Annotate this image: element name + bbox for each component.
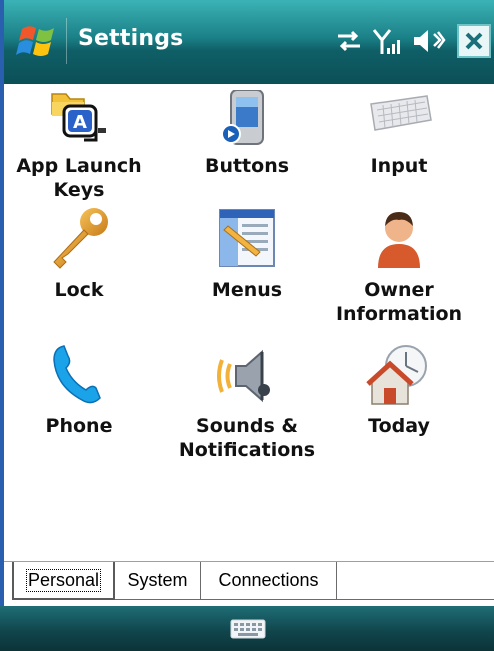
title-separator	[66, 18, 67, 64]
tab-personal[interactable]: Personal	[12, 562, 115, 600]
tab-strip-filler	[337, 562, 494, 600]
item-owner-information[interactable]: Owner Information	[324, 206, 474, 326]
item-input[interactable]: Input	[324, 90, 474, 178]
phone-icon	[53, 345, 101, 404]
item-app-launch-keys[interactable]: A App Launch Keys	[4, 90, 154, 202]
keyboard-icon	[230, 619, 266, 639]
app-launch-keys-icon: A	[51, 93, 106, 142]
tab-label: Connections	[218, 570, 319, 590]
item-phone[interactable]: Phone	[4, 342, 154, 438]
item-lock[interactable]: Lock	[4, 206, 154, 302]
item-buttons[interactable]: Buttons	[172, 90, 322, 178]
item-sounds-notifications[interactable]: Sounds & Notifications	[172, 342, 322, 462]
title-bar: Settings	[4, 0, 494, 84]
item-label: Phone	[45, 415, 113, 437]
tab-connections[interactable]: Connections	[201, 562, 337, 600]
item-menus[interactable]: Menus	[172, 206, 322, 302]
window-title: Settings	[78, 26, 184, 51]
item-label: Input	[370, 155, 428, 177]
close-icon	[465, 32, 483, 50]
item-label: Lock	[54, 279, 104, 301]
buttons-icon	[221, 90, 264, 145]
keyboard-button[interactable]	[230, 618, 266, 640]
start-button[interactable]	[16, 21, 60, 61]
item-label: Sounds & Notifications	[178, 415, 316, 461]
item-label: App Launch Keys	[16, 155, 142, 201]
menus-icon	[219, 209, 275, 267]
bottom-bar	[0, 606, 494, 651]
input-icon	[370, 95, 432, 131]
person-icon	[378, 212, 420, 268]
volume-icon[interactable]	[412, 26, 446, 60]
speaker-icon	[217, 349, 270, 403]
item-today[interactable]: Today	[324, 342, 474, 438]
signal-strength-icon[interactable]	[372, 26, 402, 62]
tab-label: Personal	[25, 568, 102, 592]
tab-system[interactable]: System	[115, 562, 201, 600]
item-label: Menus	[211, 279, 283, 301]
today-icon	[366, 345, 427, 405]
item-label: Today	[368, 415, 430, 437]
item-label: Owner Information	[335, 279, 463, 325]
tab-strip: Personal System Connections	[4, 561, 494, 606]
windows-flag-icon	[16, 26, 54, 56]
item-label: Buttons	[204, 155, 290, 177]
svg-text:A: A	[73, 112, 87, 133]
close-button[interactable]	[457, 24, 491, 58]
tab-label: System	[127, 570, 188, 590]
connectivity-icon[interactable]	[334, 26, 364, 60]
key-icon	[53, 208, 108, 269]
